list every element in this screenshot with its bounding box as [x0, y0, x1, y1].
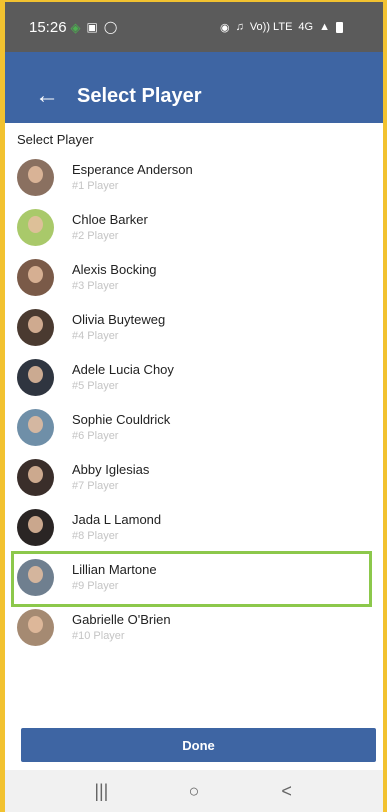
player-name: Abby Iglesias: [72, 461, 150, 477]
player-row[interactable]: Adele Lucia Choy #5 Player: [5, 352, 383, 402]
section-label: Select Player: [17, 132, 94, 147]
avatar: [17, 258, 54, 296]
player-number: #8 Player: [72, 529, 119, 542]
player-number: #9 Player: [72, 579, 119, 592]
player-row[interactable]: Gabrielle O'Brien #10 Player: [5, 602, 383, 652]
avatar: [17, 408, 54, 446]
player-name: Adele Lucia Choy: [72, 361, 174, 377]
player-row-selected[interactable]: Lillian Martone #9 Player: [5, 552, 383, 602]
app-bar: ← Select Player: [5, 52, 383, 123]
status-time: 15:26: [29, 18, 67, 36]
shield-icon: ◯: [103, 20, 118, 34]
system-nav-bar: ||| ○ <: [5, 770, 383, 812]
avatar: [17, 508, 54, 546]
status-bar: 15:26 ◈ ▣ ◯ ◉ ♫ Vo)) LTE 4G ▲: [5, 2, 383, 52]
player-row[interactable]: Abby Iglesias #7 Player: [5, 452, 383, 502]
player-row[interactable]: Sophie Couldrick #6 Player: [5, 402, 383, 452]
player-name: Esperance Anderson: [72, 161, 193, 177]
player-list: Esperance Anderson #1 Player Chloe Barke…: [5, 152, 383, 652]
mute-icon: ♫: [235, 21, 244, 33]
player-number: #4 Player: [72, 329, 119, 342]
avatar: [17, 608, 54, 646]
player-number: #6 Player: [72, 429, 119, 442]
player-row[interactable]: Alexis Bocking #3 Player: [5, 252, 383, 302]
player-row[interactable]: Esperance Anderson #1 Player: [5, 152, 383, 202]
battery-icon: [336, 21, 343, 33]
screen-frame: 15:26 ◈ ▣ ◯ ◉ ♫ Vo)) LTE 4G ▲ ← Select P…: [0, 0, 387, 812]
status-right-icons: ◉ ♫ Vo)) LTE 4G ▲: [220, 21, 343, 34]
avatar: [17, 558, 54, 596]
player-row[interactable]: Jada L Lamond #8 Player: [5, 502, 383, 552]
player-name: Chloe Barker: [72, 211, 148, 227]
home-icon[interactable]: ○: [174, 781, 214, 802]
image-icon: ▣: [86, 20, 98, 34]
player-name: Alexis Bocking: [72, 261, 157, 277]
player-number: #7 Player: [72, 479, 119, 492]
player-name: Jada L Lamond: [72, 511, 162, 527]
page-title: Select Player: [77, 85, 202, 107]
player-name: Gabrielle O'Brien: [72, 611, 171, 627]
back-icon[interactable]: <: [267, 781, 307, 802]
avatar: [17, 308, 54, 346]
player-number: #5 Player: [72, 379, 119, 392]
leaf-icon: ◈: [70, 19, 81, 35]
avatar: [17, 458, 54, 496]
4g-icon: 4G: [298, 21, 314, 33]
back-arrow-icon[interactable]: ←: [35, 83, 77, 109]
avatar: [17, 158, 54, 196]
player-name: Olivia Buyteweg: [72, 311, 166, 327]
player-number: #10 Player: [72, 629, 125, 642]
player-number: #2 Player: [72, 229, 119, 242]
player-row[interactable]: Olivia Buyteweg #4 Player: [5, 302, 383, 352]
player-row[interactable]: Chloe Barker #2 Player: [5, 202, 383, 252]
avatar: [17, 358, 54, 396]
player-number: #1 Player: [72, 179, 119, 192]
avatar: [17, 208, 54, 246]
done-button[interactable]: Done: [21, 728, 376, 762]
player-number: #3 Player: [72, 279, 119, 292]
recents-icon[interactable]: |||: [81, 781, 121, 802]
player-name: Lillian Martone: [72, 561, 157, 577]
volte-icon: Vo)) LTE: [249, 21, 293, 33]
alarm-icon: ◉: [219, 21, 230, 34]
signal-icon: ▲: [319, 21, 330, 33]
player-name: Sophie Couldrick: [72, 411, 171, 427]
